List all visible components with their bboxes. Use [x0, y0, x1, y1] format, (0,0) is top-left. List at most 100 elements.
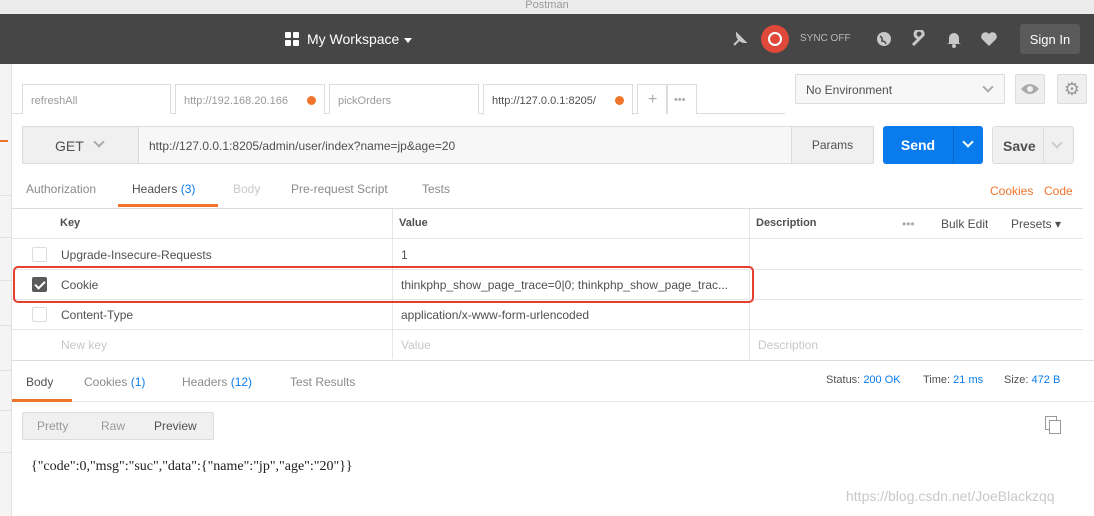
- wrench-icon[interactable]: [909, 29, 929, 49]
- new-header-row: New key Value Description: [12, 330, 1083, 360]
- response-tab-cookies[interactable]: Cookies (1): [84, 375, 145, 389]
- active-tab-indicator: [12, 399, 72, 402]
- copy-icon[interactable]: [1045, 416, 1061, 434]
- response-tab-body[interactable]: Body: [26, 375, 53, 389]
- globe-icon[interactable]: [874, 29, 894, 49]
- response-tab-label: Cookies: [84, 375, 128, 389]
- response-tab-count: (12): [230, 375, 253, 389]
- heart-icon[interactable]: [979, 29, 999, 49]
- chevron-down-icon[interactable]: [1051, 137, 1063, 149]
- response-body: {"code":0,"msg":"suc","data":{"name":"jp…: [31, 459, 353, 474]
- column-header-description: Description: [756, 217, 817, 229]
- time-value[interactable]: 21 ms: [953, 374, 983, 386]
- view-raw-button[interactable]: Raw: [101, 419, 125, 433]
- save-label: Save: [1003, 138, 1036, 154]
- response-tab-test-results[interactable]: Test Results: [290, 375, 355, 389]
- header-key[interactable]: Upgrade-Insecure-Requests: [61, 248, 212, 262]
- send-button[interactable]: Send: [883, 126, 983, 164]
- table-row: Content-Type application/x-www-form-urle…: [12, 300, 1083, 330]
- workspace-switcher[interactable]: My Workspace: [285, 14, 413, 64]
- header-value[interactable]: 1: [401, 248, 408, 262]
- presets-dropdown[interactable]: Presets ▾: [1011, 217, 1061, 231]
- bell-icon[interactable]: [944, 29, 964, 49]
- sidebar-divider: [0, 325, 12, 326]
- tab-pre-request-script[interactable]: Pre-request Script: [291, 182, 388, 196]
- size-label: Size:: [1004, 374, 1029, 386]
- save-divider: [1043, 127, 1044, 163]
- send-label: Send: [900, 137, 936, 153]
- params-button[interactable]: Params: [791, 126, 874, 164]
- tab-127-0-0-1-8205[interactable]: http://127.0.0.1:8205/: [483, 84, 633, 115]
- time-label: Time:: [923, 374, 951, 386]
- size-value[interactable]: 472 B: [1032, 374, 1061, 386]
- tab-label: pickOrders: [338, 95, 392, 107]
- window-title: Postman: [525, 0, 569, 11]
- sidebar-divider: [0, 452, 12, 453]
- tab-refreshall[interactable]: refreshAll: [22, 84, 171, 114]
- sign-in-button[interactable]: Sign In: [1020, 24, 1080, 54]
- chevron-down-icon: [93, 136, 105, 148]
- cookie-row-highlight: [13, 266, 754, 303]
- eye-icon: [1021, 84, 1039, 94]
- tab-label: refreshAll: [31, 95, 78, 107]
- satellite-icon[interactable]: [730, 29, 750, 49]
- tab-authorization[interactable]: Authorization: [26, 182, 96, 196]
- response-tab-headers[interactable]: Headers (12): [182, 375, 252, 389]
- caret-down-icon: [404, 37, 413, 43]
- tab-headers-label: Headers: [132, 182, 178, 196]
- workspace-name: My Workspace: [307, 31, 400, 47]
- more-icon[interactable]: •••: [902, 217, 915, 231]
- sync-status: SYNC OFF: [800, 33, 851, 44]
- code-link[interactable]: Code: [1044, 184, 1073, 198]
- new-value-input[interactable]: Value: [401, 338, 431, 352]
- tab-192-168-20-166[interactable]: http://192.168.20.166: [175, 84, 325, 114]
- header-key[interactable]: Content-Type: [61, 308, 133, 322]
- new-tab-button[interactable]: +: [637, 84, 667, 114]
- chevron-down-icon[interactable]: [962, 136, 974, 148]
- view-pretty-button[interactable]: Pretty: [37, 419, 68, 433]
- header-value[interactable]: application/x-www-form-urlencoded: [401, 308, 589, 322]
- gear-icon: ⚙: [1063, 78, 1081, 99]
- response-tab-label: Headers: [182, 375, 228, 389]
- sidebar-divider: [0, 410, 12, 411]
- window-title-bar: Postman: [0, 0, 1094, 14]
- send-divider: [953, 126, 954, 164]
- status-value[interactable]: 200 OK: [863, 374, 900, 386]
- save-button[interactable]: Save: [992, 126, 1074, 164]
- manage-environments-button[interactable]: ⚙: [1057, 74, 1087, 104]
- method-select[interactable]: GET: [22, 126, 138, 164]
- response-tab-count: (1): [130, 375, 146, 389]
- tab-more-button[interactable]: •••: [667, 84, 697, 114]
- plus-icon: +: [648, 91, 658, 108]
- bulk-edit-link[interactable]: Bulk Edit: [941, 217, 988, 231]
- environment-quick-look-button[interactable]: [1015, 74, 1045, 104]
- workspace-grid-icon: [285, 32, 299, 46]
- environment-select[interactable]: No Environment: [795, 74, 1005, 104]
- new-key-input[interactable]: New key: [61, 338, 107, 352]
- tab-label: http://127.0.0.1:8205/: [492, 95, 596, 107]
- response-size: Size: 472 B: [1004, 374, 1060, 386]
- chevron-down-icon: [982, 81, 994, 93]
- sidebar-collapsed[interactable]: [0, 64, 12, 516]
- tab-pickorders[interactable]: pickOrders: [329, 84, 479, 114]
- unsaved-dot-icon: [615, 96, 624, 105]
- table-header-row: Key Value Description ••• Bulk Edit Pres…: [12, 209, 1083, 239]
- active-tab-indicator: [118, 204, 218, 207]
- view-preview-button[interactable]: Preview: [154, 419, 197, 433]
- unsaved-dot-icon: [307, 96, 316, 105]
- new-description-input[interactable]: Description: [758, 338, 818, 352]
- sync-icon[interactable]: [761, 25, 789, 53]
- tab-headers-count: (3): [180, 182, 196, 196]
- tab-tests[interactable]: Tests: [422, 182, 450, 196]
- column-header-value: Value: [399, 217, 428, 229]
- row-checkbox[interactable]: [32, 307, 47, 322]
- cookies-link[interactable]: Cookies: [990, 184, 1033, 198]
- method-value: GET: [55, 138, 84, 154]
- sidebar-active-marker: [0, 140, 8, 142]
- response-time: Time: 21 ms: [923, 374, 983, 386]
- tab-headers[interactable]: Headers (3): [132, 182, 195, 196]
- sidebar-divider: [0, 370, 12, 371]
- tab-body[interactable]: Body: [233, 182, 260, 196]
- url-input[interactable]: http://127.0.0.1:8205/admin/user/index?n…: [138, 126, 792, 164]
- row-checkbox[interactable]: [32, 247, 47, 262]
